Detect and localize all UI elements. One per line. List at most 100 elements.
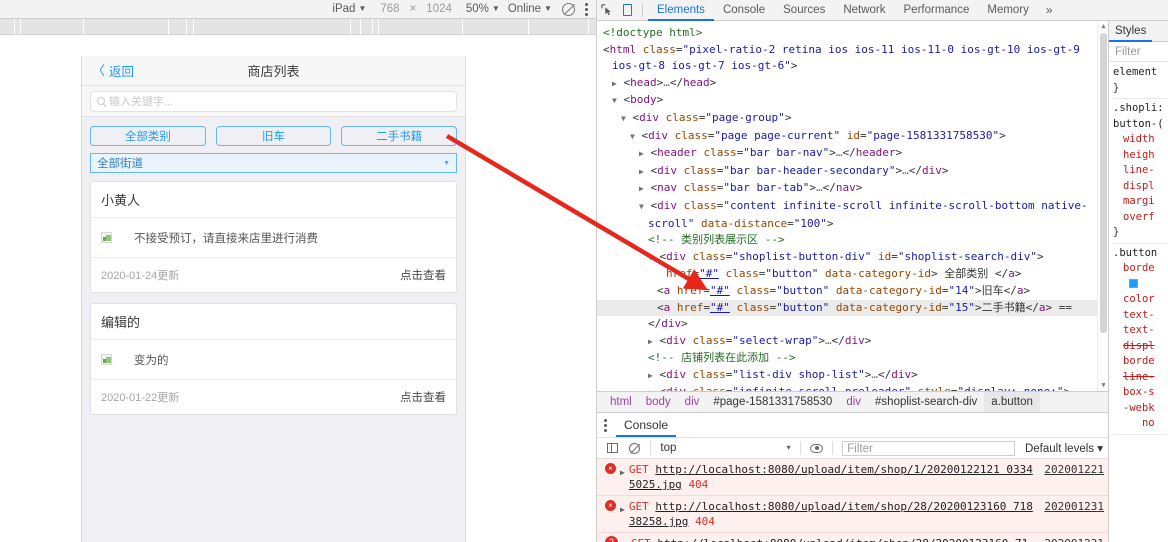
color-swatch-icon[interactable]	[1129, 279, 1138, 288]
message-source-link[interactable]: 202001231	[1044, 499, 1104, 514]
search-input[interactable]: 输入关键字...	[90, 90, 457, 112]
console-level-select[interactable]: Default levels ▾	[1025, 441, 1103, 455]
style-property[interactable]: displ	[1113, 339, 1168, 355]
style-property[interactable]: heigh	[1113, 148, 1168, 164]
dom-node-selected[interactable]: ⋯<a href="#" class="button" data-categor…	[597, 299, 1108, 317]
clear-console-icon[interactable]	[624, 437, 646, 459]
console-messages[interactable]: × ▶ GET http://localhost:8080/upload/ite…	[597, 459, 1108, 542]
dom-tree[interactable]: <!doctype html> <html class="pixel-ratio-…	[597, 21, 1108, 391]
street-select[interactable]: 全部街道 ▼	[90, 153, 457, 173]
device-select[interactable]: iPad ▼	[332, 3, 366, 15]
tab-sources[interactable]: Sources	[774, 0, 834, 21]
style-rule[interactable]: element}	[1113, 65, 1168, 99]
dom-node[interactable]: ▶ <nav class="bar bar-tab">…</nav>	[603, 180, 1108, 198]
category-button-15[interactable]: 二手书籍	[341, 126, 458, 146]
request-url[interactable]: http://localhost:8080/upload/item/shop/2…	[631, 537, 1028, 542]
category-button-all[interactable]: 全部类别	[90, 126, 206, 146]
viewport-width-input[interactable]: 768	[380, 3, 399, 15]
dom-node[interactable]: ▼ <body>	[603, 92, 1108, 110]
dom-node[interactable]: </div>	[603, 316, 1108, 333]
style-property[interactable]: displ	[1113, 179, 1168, 195]
dom-node[interactable]: ▼ <div class="page page-current" id="pag…	[603, 128, 1108, 146]
dom-node[interactable]: ▼ <div class="content infinite-scroll in…	[603, 198, 1108, 232]
live-expression-icon[interactable]	[806, 437, 828, 459]
style-property[interactable]: overf	[1113, 210, 1168, 226]
toggle-device-toolbar-icon[interactable]	[617, 4, 637, 16]
tab-console[interactable]: Console	[714, 0, 774, 21]
dom-node[interactable]: ▶ <div class="infinite-scroll-preloader"…	[603, 384, 1108, 391]
drawer-tab-console[interactable]: Console	[616, 413, 676, 437]
style-property[interactable]: borde	[1113, 261, 1168, 277]
show-console-sidebar-icon[interactable]	[602, 437, 624, 459]
expand-icon[interactable]: ▶	[620, 465, 625, 480]
dom-node[interactable]: ▶ <header class="bar bar-nav">…</header>	[603, 145, 1108, 163]
style-property[interactable]: color	[1113, 292, 1168, 308]
dom-node[interactable]: <a href="#" class="button" data-category…	[603, 283, 1108, 300]
more-tabs-icon[interactable]: »	[1038, 3, 1061, 17]
request-url[interactable]: http://localhost:8080/upload/item/shop/2…	[629, 500, 1033, 528]
console-message[interactable]: × ▶ GET http://localhost:8080/upload/ite…	[597, 496, 1108, 533]
style-property[interactable]: box-s	[1113, 385, 1168, 401]
dom-node[interactable]: <html class="pixel-ratio-2 retina ios io…	[603, 42, 1108, 75]
device-toolbar-more-icon[interactable]	[585, 2, 588, 16]
message-source-link[interactable]: 202001231	[1044, 536, 1104, 542]
scroll-down-icon[interactable]: ▼	[1098, 380, 1108, 391]
list-item[interactable]: 小黄人 不接受预订，请直接来店里进行消费 2020-01-24更新 点击查看	[90, 181, 457, 293]
dom-node[interactable]: ▶ <head>…</head>	[603, 75, 1108, 93]
breadcrumb-div-2[interactable]: div	[839, 392, 868, 413]
category-button-14[interactable]: 旧车	[215, 126, 332, 146]
tab-network[interactable]: Network	[834, 0, 894, 21]
shop-view-link[interactable]: 点击查看	[400, 267, 446, 283]
tab-styles[interactable]: Styles	[1109, 21, 1152, 42]
styles-rules-list[interactable]: element} .shopli: button-(width heigh line-…	[1109, 62, 1168, 542]
shop-view-link[interactable]: 点击查看	[400, 389, 446, 405]
inspect-element-icon[interactable]	[597, 4, 617, 16]
dom-tree-scrollbar[interactable]: ▲ ▼	[1097, 21, 1108, 391]
tab-elements[interactable]: Elements	[648, 0, 714, 21]
style-property[interactable]: text-	[1113, 323, 1168, 339]
console-context-select[interactable]: top ▾	[656, 442, 794, 454]
style-property[interactable]: line-	[1113, 163, 1168, 179]
style-property[interactable]: no	[1113, 416, 1168, 432]
zoom-select[interactable]: 50% ▼	[466, 3, 500, 15]
scroll-up-icon[interactable]: ▲	[1098, 21, 1108, 32]
breadcrumb-a-button[interactable]: a.button	[984, 391, 1040, 413]
breadcrumb-body[interactable]: body	[639, 392, 678, 413]
style-property[interactable]: width	[1113, 132, 1168, 148]
style-property[interactable]: margi	[1113, 194, 1168, 210]
tab-memory[interactable]: Memory	[978, 0, 1038, 21]
console-filter-input[interactable]: Filter	[842, 440, 1015, 456]
kebab-menu-icon[interactable]	[604, 418, 607, 432]
style-property[interactable]: text-	[1113, 308, 1168, 324]
style-rule[interactable]: .shopli: button-(width heigh line-displ mar…	[1113, 101, 1168, 244]
dom-node[interactable]: <!-- 类别列表展示区 -->	[603, 232, 1108, 249]
viewport-height-input[interactable]: 1024	[426, 3, 452, 15]
expand-icon[interactable]: ▶	[620, 502, 625, 517]
dom-node[interactable]: ▼ <div class="shoplist-button-div" id="s…	[603, 249, 1108, 267]
dom-node[interactable]: ▶ <div class="select-wrap">…</div>	[603, 333, 1108, 351]
styles-filter-input[interactable]: Filter	[1109, 42, 1168, 62]
dom-node[interactable]: ▶ <div class="list-div shop-list">…</div…	[603, 367, 1108, 385]
message-source-link[interactable]: 202001221	[1044, 462, 1104, 477]
style-property[interactable]: borde	[1113, 354, 1168, 370]
console-message[interactable]: 2 ▶ GET http://localhost:8080/upload/ite…	[597, 533, 1108, 542]
style-property[interactable]: -webk	[1113, 401, 1168, 417]
dom-node[interactable]: ▶ <div class="bar bar-header-secondary">…	[603, 163, 1108, 181]
dom-node[interactable]: <!doctype html>	[603, 25, 1108, 42]
back-button[interactable]: 〈 返回	[82, 61, 134, 80]
scrollbar-thumb[interactable]	[1100, 33, 1107, 333]
breadcrumb-page-id[interactable]: #page-1581331758530	[706, 392, 839, 413]
breadcrumb-html[interactable]: html	[603, 392, 639, 413]
dom-node[interactable]: href="#" class="button" data-category-id…	[603, 266, 1108, 283]
style-rule[interactable]: .button borde color text-text-displ borde lin…	[1113, 246, 1168, 435]
network-throttle-select[interactable]: Online ▼	[508, 3, 552, 15]
list-item[interactable]: 编辑的 变为的 2020-01-22更新 点击查看	[90, 303, 457, 415]
tab-performance[interactable]: Performance	[895, 0, 979, 21]
breadcrumb-div[interactable]: div	[678, 392, 707, 413]
no-throttling-icon[interactable]	[562, 2, 575, 16]
dom-node[interactable]: <!-- 店铺列表在此添加 -->	[603, 350, 1108, 367]
breadcrumb-shoplist-search-div[interactable]: #shoplist-search-div	[868, 392, 984, 413]
console-message[interactable]: × ▶ GET http://localhost:8080/upload/ite…	[597, 459, 1108, 496]
style-property[interactable]: line-	[1113, 370, 1168, 386]
dom-node[interactable]: ▼ <div class="page-group">	[603, 110, 1108, 128]
